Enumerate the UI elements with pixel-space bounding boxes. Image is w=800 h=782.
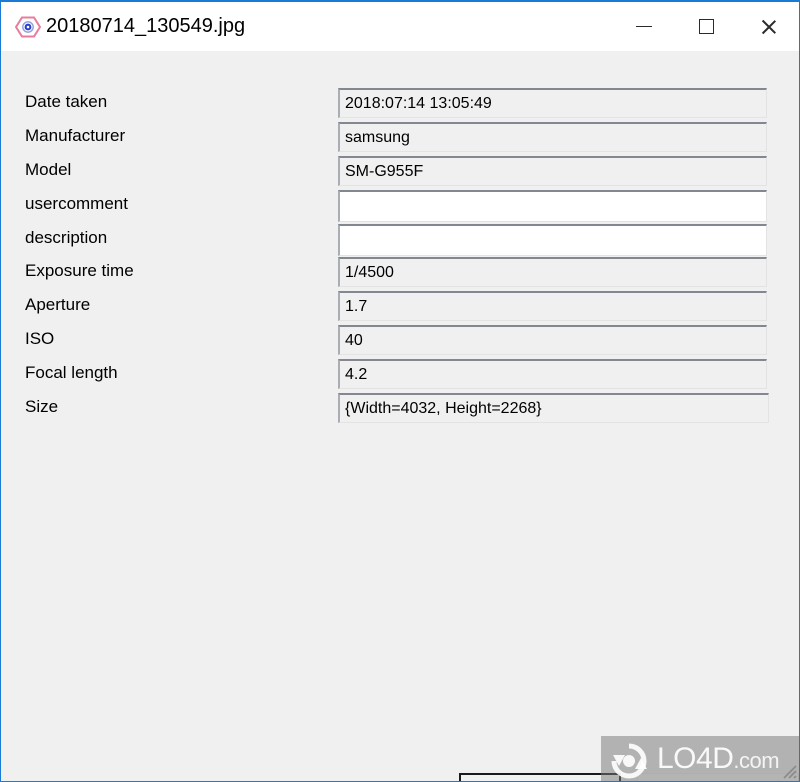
eye-icon	[14, 16, 42, 38]
input-size[interactable]	[338, 393, 769, 423]
maximize-icon	[698, 19, 714, 34]
input-iso[interactable]	[338, 325, 767, 355]
input-exposure-time[interactable]	[338, 257, 767, 287]
window-client-area: Date taken Manufacturer Model usercommen…	[1, 51, 799, 781]
window-title: 20180714_130549.jpg	[46, 15, 246, 37]
maximize-button[interactable]	[675, 2, 737, 51]
exif-properties-window: 20180714_130549.jpg Date taken Manufactu…	[0, 0, 800, 782]
label-size: Size	[25, 397, 59, 416]
close-window-button[interactable]	[737, 2, 799, 51]
input-focal-length[interactable]	[338, 359, 767, 389]
input-manufacturer[interactable]	[338, 122, 767, 152]
label-date-taken: Date taken	[25, 92, 108, 111]
window-controls	[613, 2, 799, 51]
input-date-taken[interactable]	[338, 88, 767, 118]
close-button[interactable]: close	[459, 773, 621, 781]
label-usercomment: usercomment	[25, 194, 128, 213]
label-aperture: Aperture	[25, 295, 91, 314]
label-description: description	[25, 228, 108, 247]
input-aperture[interactable]	[338, 291, 767, 321]
minimize-icon	[636, 26, 652, 27]
save-button[interactable]: save	[637, 773, 799, 781]
label-manufacturer: Manufacturer	[25, 126, 126, 145]
label-focal-length: Focal length	[25, 363, 118, 382]
label-iso: ISO	[25, 329, 55, 348]
label-exposure-time: Exposure time	[25, 261, 134, 280]
input-usercomment[interactable]	[338, 190, 767, 222]
label-model: Model	[25, 160, 72, 179]
minimize-button[interactable]	[613, 2, 675, 51]
input-description[interactable]	[338, 224, 767, 256]
input-model[interactable]	[338, 156, 767, 186]
window-titlebar: 20180714_130549.jpg	[1, 2, 799, 51]
close-icon	[759, 18, 777, 36]
